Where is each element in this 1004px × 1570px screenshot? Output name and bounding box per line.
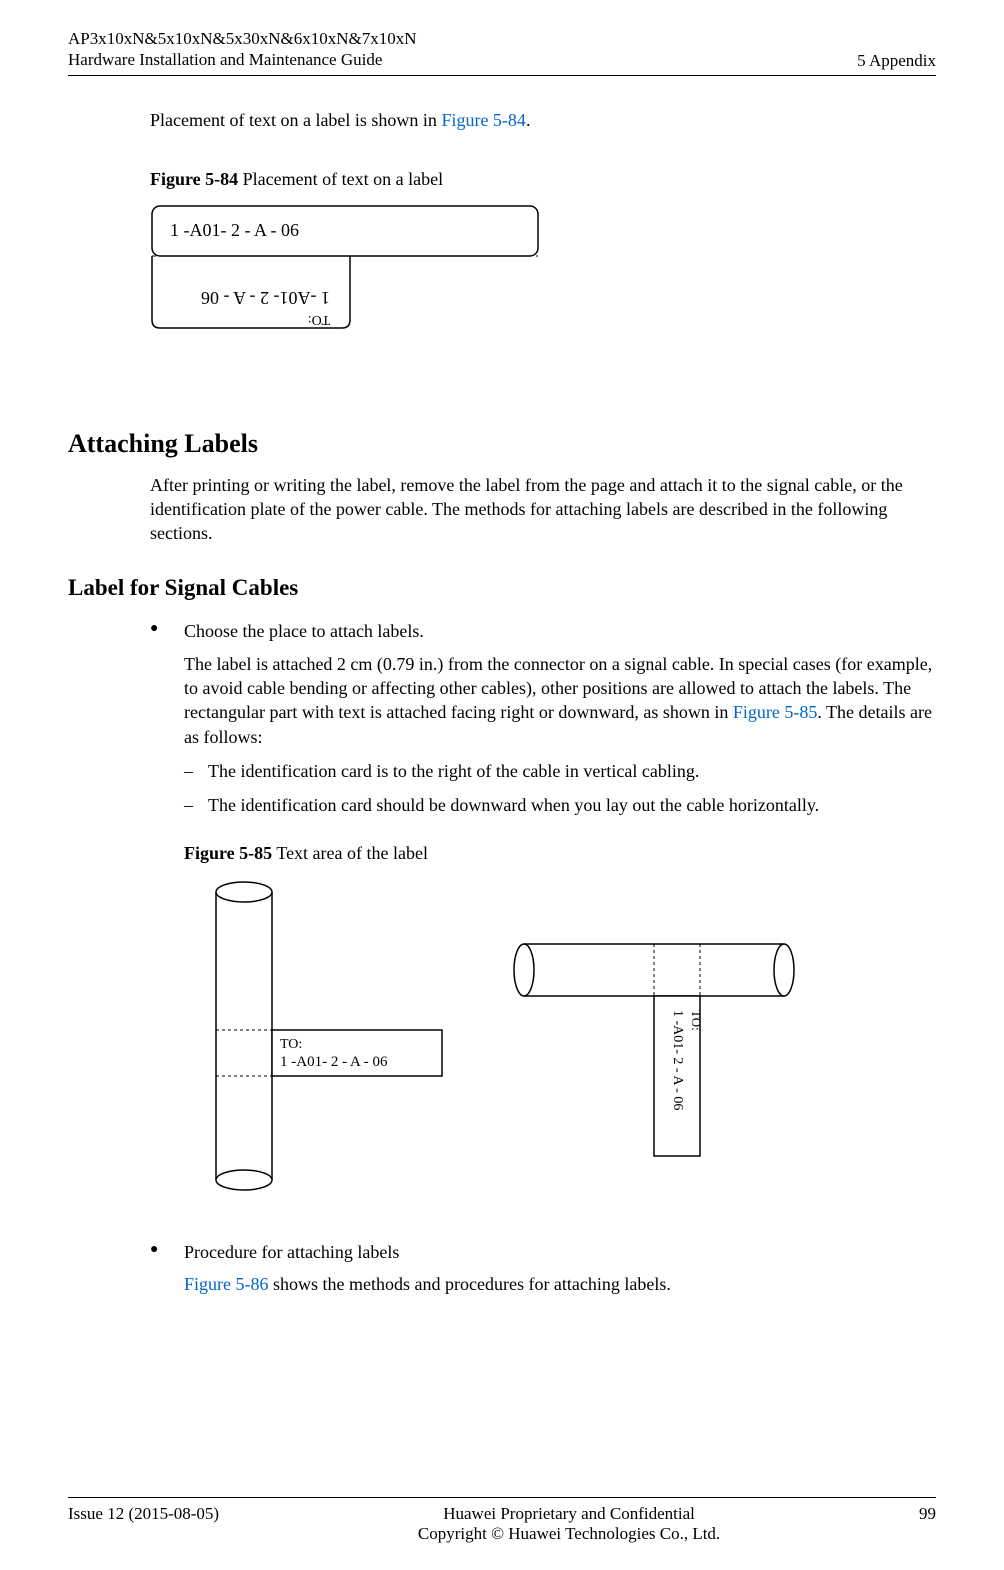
product-line-1: AP3x10xN&5x10xN&5x30xN&6x10xN&7x10xN: [68, 28, 417, 49]
bullet-choose-place-body: The label is attached 2 cm (0.79 in.) fr…: [184, 652, 936, 749]
intro-text-a: Placement of text on a label is shown in: [150, 110, 441, 130]
bullet-procedure-rest: shows the methods and procedures for att…: [269, 1274, 671, 1294]
figure-5-84-title: Placement of text on a label: [238, 169, 443, 189]
page-header: AP3x10xN&5x10xN&5x30xN&6x10xN&7x10xN Har…: [68, 28, 936, 76]
dash-horizontal-cabling: The identification card should be downwa…: [184, 793, 936, 817]
bullet-procedure-body: Figure 5-86 shows the methods and proced…: [184, 1272, 936, 1296]
intro-text-b: .: [526, 110, 531, 130]
right-label-to: TO:: [689, 1010, 704, 1031]
footer-confidential: Huawei Proprietary and Confidential: [219, 1504, 919, 1524]
label-top-text: 1 -A01- 2 - A - 06: [170, 220, 299, 240]
page-footer: Issue 12 (2015-08-05) Huawei Proprietary…: [68, 1497, 936, 1544]
footer-page-number: 99: [919, 1504, 936, 1524]
label-bottom-text: 1 -A01- 2 - A - 06: [201, 288, 330, 308]
figure-5-84-image: 1 -A01- 2 - A - 06 1 -A01- 2 - A - 06 TO…: [150, 204, 936, 339]
attaching-labels-paragraph: After printing or writing the label, rem…: [150, 473, 936, 546]
intro-paragraph: Placement of text on a label is shown in…: [150, 110, 936, 131]
figure-5-86-link[interactable]: Figure 5-86: [184, 1274, 269, 1294]
bullet-choose-place: Choose the place to attach labels. The l…: [150, 619, 936, 1206]
left-label-line: 1 -A01- 2 - A - 06: [280, 1054, 388, 1070]
figure-5-85-title: Text area of the label: [272, 843, 428, 863]
footer-issue: Issue 12 (2015-08-05): [68, 1504, 219, 1524]
right-label-line: 1 -A01- 2 - A - 06: [670, 1010, 685, 1110]
heading-attaching-labels: Attaching Labels: [68, 429, 936, 459]
product-line-2: Hardware Installation and Maintenance Gu…: [68, 49, 417, 70]
left-label-to: TO:: [280, 1037, 302, 1052]
figure-5-85-image: TO: 1 -A01- 2 - A - 06 TO: 1: [184, 880, 936, 1206]
header-left: AP3x10xN&5x10xN&5x30xN&6x10xN&7x10xN Har…: [68, 28, 417, 71]
figure-5-85-number: Figure 5-85: [184, 843, 272, 863]
label-to-text: TO:: [308, 312, 330, 327]
bullet-procedure: Procedure for attaching labels Figure 5-…: [150, 1240, 936, 1297]
figure-5-84-link[interactable]: Figure 5-84: [441, 110, 526, 130]
dash-vertical-cabling: The identification card is to the right …: [184, 759, 936, 783]
figure-5-85-caption: Figure 5-85 Text area of the label: [184, 841, 936, 865]
bullet-choose-place-title: Choose the place to attach labels.: [184, 619, 936, 643]
figure-5-85-link[interactable]: Figure 5-85: [733, 702, 818, 722]
header-section: 5 Appendix: [857, 51, 936, 71]
footer-copyright: Copyright © Huawei Technologies Co., Ltd…: [219, 1524, 919, 1544]
heading-label-signal-cables: Label for Signal Cables: [68, 575, 936, 601]
bullet-procedure-title: Procedure for attaching labels: [184, 1240, 936, 1264]
figure-5-84-number: Figure 5-84: [150, 169, 238, 189]
figure-5-84-caption: Figure 5-84 Placement of text on a label: [150, 169, 936, 190]
